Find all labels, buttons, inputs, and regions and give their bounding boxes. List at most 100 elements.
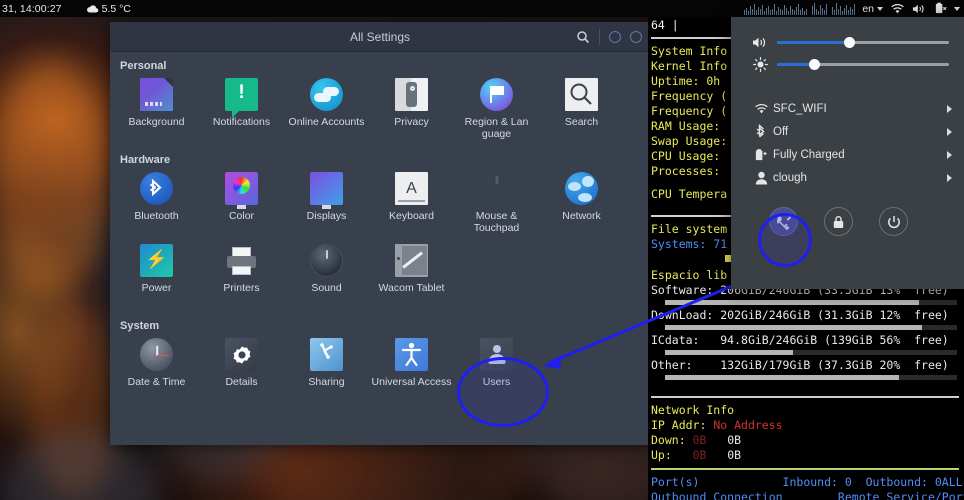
settings-item-bluetooth[interactable]: Bluetooth <box>114 168 199 240</box>
wifi-icon <box>749 103 773 115</box>
conky-disk-bar <box>665 350 957 355</box>
chevron-right-icon <box>947 127 952 136</box>
user-icon <box>749 171 773 185</box>
settings-item-label: Users <box>482 376 511 388</box>
settings-item-keyboard[interactable]: A Keyboard <box>369 168 454 240</box>
universal-access-icon <box>395 338 428 371</box>
settings-item-label: Details <box>225 376 258 388</box>
page-title: All Settings <box>349 29 411 44</box>
menu-item-label: SFC_WIFI <box>773 102 827 115</box>
settings-item-privacy[interactable]: Privacy <box>369 74 454 146</box>
brightness-slider[interactable] <box>777 58 949 70</box>
menu-item-bluetooth[interactable]: Off <box>731 120 964 143</box>
settings-item-printers[interactable]: Printers <box>199 240 284 312</box>
settings-item-label: Search <box>564 116 599 128</box>
bluetooth-icon <box>140 172 173 205</box>
settings-item-date-time[interactable]: Date & Time <box>114 334 199 406</box>
settings-item-label: Universal Access <box>371 376 452 388</box>
caret-down-icon <box>877 6 883 11</box>
printers-icon <box>225 244 258 277</box>
settings-item-sharing[interactable]: Sharing <box>284 334 369 406</box>
menu-item-wifi[interactable]: SFC_WIFI <box>731 97 964 120</box>
temperature-label: 5.5 °C <box>101 2 131 15</box>
tray-caret-down-icon[interactable] <box>954 6 960 11</box>
settings-item-label: Mouse & Touchpad <box>473 210 520 234</box>
section-grid-personal: Background ! Notifications Online Accoun… <box>110 74 650 146</box>
settings-item-label: Sharing <box>308 376 345 388</box>
section-title-hardware: Hardware <box>120 154 171 166</box>
mouse-touchpad-icon <box>480 172 513 205</box>
settings-button[interactable] <box>769 207 798 236</box>
settings-item-details[interactable]: Details <box>199 334 284 406</box>
settings-item-universal-access[interactable]: Universal Access <box>369 334 454 406</box>
settings-item-label: Date & Time <box>127 376 186 388</box>
volume-icon[interactable] <box>912 3 927 15</box>
conky-network-header: Network Info <box>651 403 735 417</box>
cpu-graph-icon[interactable] <box>744 2 856 15</box>
brightness-icon <box>749 56 771 72</box>
settings-item-users[interactable]: Users <box>454 334 539 406</box>
notifications-icon: ! <box>225 78 258 118</box>
wallpaper-detail <box>0 60 110 300</box>
system-status-menu: SFC_WIFI Off Fully Charged clough <box>731 17 964 289</box>
wifi-icon[interactable] <box>890 3 905 15</box>
conky-disk-bar <box>665 300 957 305</box>
settings-item-wacom-tablet[interactable]: Wacom Tablet <box>369 240 454 312</box>
language-indicator[interactable]: en <box>862 3 883 15</box>
language-label: en <box>862 2 874 15</box>
menu-item-battery[interactable]: Fully Charged <box>731 143 964 166</box>
power-button[interactable] <box>879 207 908 236</box>
system-menu-list: SFC_WIFI Off Fully Charged clough <box>731 97 964 189</box>
conky-disk-row: DownLoad: 202GiB/246GiB (31.3GiB 12% fre… <box>651 308 949 322</box>
weather-indicator[interactable]: 5.5 °C <box>86 3 131 15</box>
settings-item-background[interactable]: Background <box>114 74 199 146</box>
settings-item-label: Wacom Tablet <box>378 282 445 294</box>
window-button-close[interactable] <box>630 31 642 43</box>
chevron-right-icon <box>947 173 952 182</box>
brightness-slider-row[interactable] <box>731 53 964 75</box>
settings-item-color[interactable]: Color <box>199 168 284 240</box>
clock[interactable]: 31, 14:00:27 <box>2 3 62 15</box>
menu-item-label: clough <box>773 171 807 184</box>
settings-item-search[interactable]: Search <box>539 74 624 146</box>
wacom-tablet-icon <box>395 244 428 277</box>
conky-network-row: Up: 0B 0B <box>651 448 742 462</box>
system-tray: en <box>744 2 964 15</box>
conky-disk-row: ICdata: 94.8GiB/246GiB (139GiB 56% free) <box>651 333 949 347</box>
volume-slider-row[interactable] <box>731 31 964 53</box>
window-button-minimize[interactable] <box>609 31 621 43</box>
settings-item-label: Online Accounts <box>288 116 365 128</box>
menu-item-label: Fully Charged <box>773 148 845 161</box>
settings-item-network[interactable]: Network <box>539 168 624 240</box>
battery-charged-icon <box>749 148 773 162</box>
system-menu-buttons <box>731 189 964 236</box>
settings-item-mouse-touchpad[interactable]: Mouse & Touchpad <box>454 168 539 240</box>
menu-item-user[interactable]: clough <box>731 166 964 189</box>
lock-button[interactable] <box>824 207 853 236</box>
volume-slider[interactable] <box>777 36 949 48</box>
settings-item-label: Privacy <box>394 116 429 128</box>
sharing-icon <box>310 338 343 371</box>
chevron-right-icon <box>947 104 952 113</box>
conky-network-row: Down: 0B 0B <box>651 433 742 447</box>
power-icon: ⚡ <box>140 244 173 277</box>
settings-item-displays[interactable]: Displays <box>284 168 369 240</box>
settings-item-online-accounts[interactable]: Online Accounts <box>284 74 369 146</box>
details-icon <box>225 338 258 371</box>
chevron-right-icon <box>947 150 952 159</box>
date-time-icon <box>140 338 173 371</box>
settings-item-notifications[interactable]: ! Notifications <box>199 74 284 146</box>
battery-icon[interactable] <box>934 2 947 15</box>
section-grid-system: Date & Time Details Sharing Universal Ac… <box>110 334 650 406</box>
sound-icon <box>310 244 343 277</box>
settings-item-label: Notifications <box>212 116 271 128</box>
search-icon[interactable] <box>576 30 590 44</box>
privacy-icon <box>395 78 428 111</box>
settings-item-power[interactable]: ⚡ Power <box>114 240 199 312</box>
settings-item-region-language[interactable]: Region & Lan guage <box>454 74 539 146</box>
background-icon <box>140 78 173 111</box>
settings-item-label: Keyboard <box>389 210 434 222</box>
settings-item-sound[interactable]: Sound <box>284 240 369 312</box>
keyboard-icon: A <box>395 172 428 205</box>
search-settings-icon <box>565 78 598 111</box>
